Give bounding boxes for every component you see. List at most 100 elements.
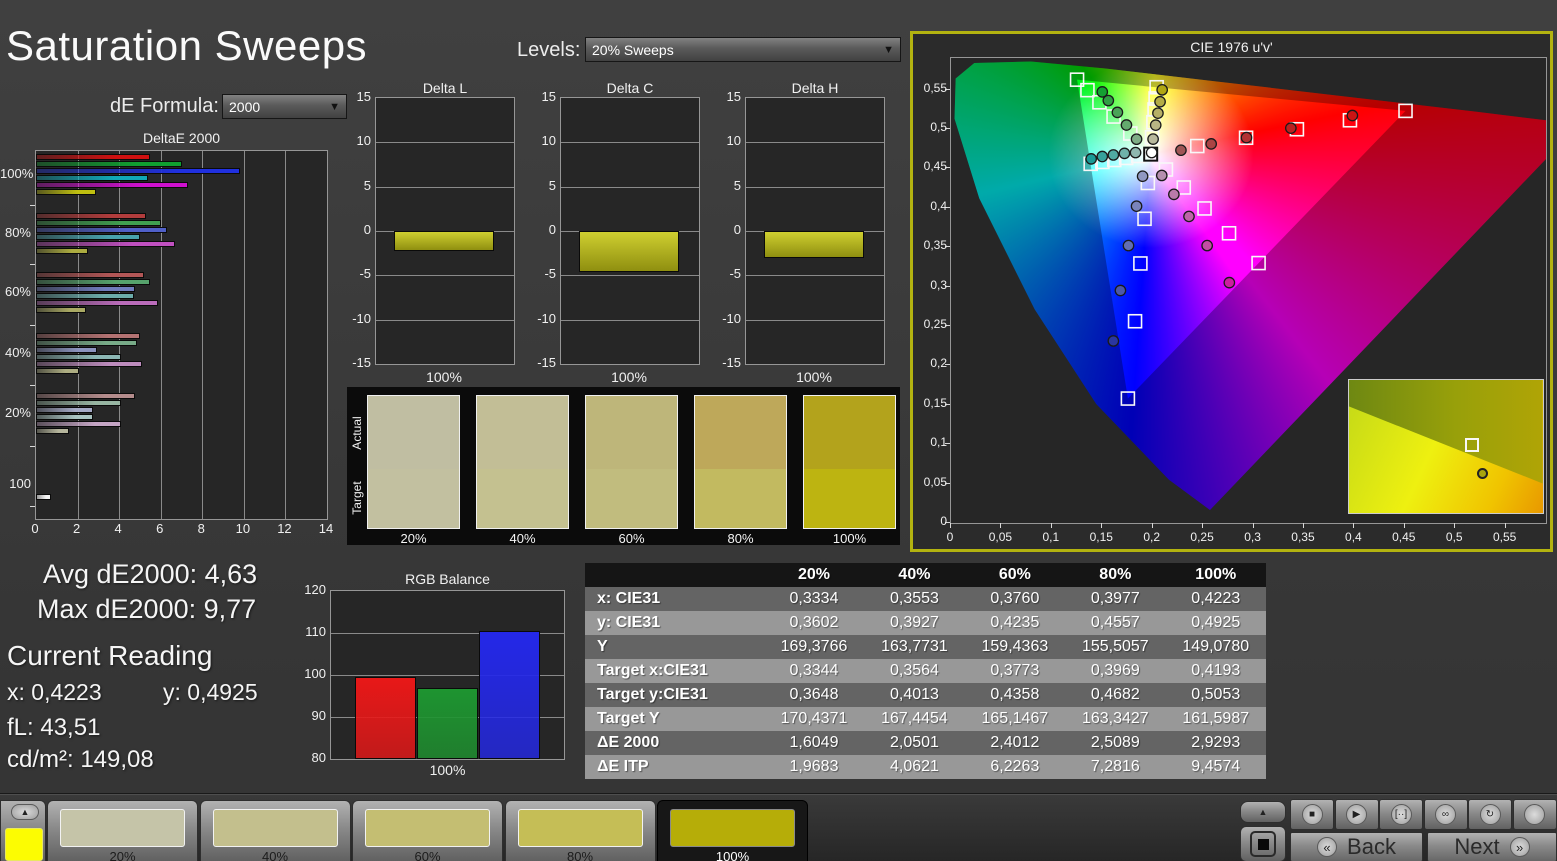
bar-yellow-100% xyxy=(36,189,97,195)
grid-line xyxy=(746,319,884,321)
play-button[interactable]: ▶ xyxy=(1334,799,1379,830)
current-reading-title: Current Reading xyxy=(7,640,213,671)
loop-section-icon: [··] xyxy=(1390,804,1412,825)
y-tick-label: 100 xyxy=(304,666,326,681)
grid-line xyxy=(561,275,699,277)
table-cell: 2,5089 xyxy=(1065,731,1166,755)
cie-1976-panel: CIE 1976 u'v' 0 0,05 0,1 0,15 0,2 0,25 0,3 0,35… xyxy=(910,31,1553,552)
table-row: ΔE ITP 1,9683 4,0621 6,2263 7,2816 9,4574 xyxy=(585,755,1266,779)
step-swatch xyxy=(212,809,338,847)
step-button-20%[interactable]: 20% xyxy=(47,800,198,861)
bar-cyan-40% xyxy=(36,354,122,360)
y-tick-label: 5 xyxy=(548,177,556,193)
infinity-button[interactable]: ∞ xyxy=(1423,799,1468,830)
x-axis-tick xyxy=(1454,523,1456,528)
swatch-actual xyxy=(368,396,459,469)
x-tick-label: 0,5 xyxy=(1445,530,1463,544)
bar-blue-60% xyxy=(36,286,135,292)
bar-green-60% xyxy=(36,279,151,285)
swatch-60% xyxy=(585,395,678,529)
table-row: Target x:CIE31 0,3344 0,3564 0,3773 0,3969 0,… xyxy=(585,659,1266,683)
x-axis-tick xyxy=(1504,523,1506,528)
y-tick-label: 0,45 xyxy=(923,159,947,174)
bar-magenta-20% xyxy=(36,421,122,427)
grid-line xyxy=(746,275,884,277)
max-de2000-readout: Max dE2000: 9,77 xyxy=(37,594,257,624)
table-header-cell: 20% xyxy=(763,563,865,587)
stop-square-icon xyxy=(1250,831,1276,857)
table-row: Target y:CIE31 0,3648 0,4013 0,4358 0,4682 0,… xyxy=(585,683,1266,707)
table-header-cell: 100% xyxy=(1165,563,1266,587)
y-tick-label: 5 xyxy=(733,177,741,193)
swatch-100% xyxy=(803,395,896,529)
table-cell: 149,0780 xyxy=(1165,635,1266,659)
table-cell: 9,4574 xyxy=(1165,755,1266,779)
step-button-60%[interactable]: 60% xyxy=(352,800,503,861)
step-button-100%[interactable]: 100% xyxy=(657,800,808,861)
cie-inset-shade xyxy=(1348,379,1543,484)
delta-c-title: Delta C xyxy=(606,80,654,96)
avg-de2000-readout: Avg dE2000: 4,63 xyxy=(43,559,258,589)
table-cell: 0,4223 xyxy=(1165,587,1266,611)
table-row-label: Y xyxy=(585,635,764,659)
table-cell: 0,4925 xyxy=(1165,611,1266,635)
table-row-label: x: CIE31 xyxy=(585,587,764,611)
table-cell: 0,4682 xyxy=(1065,683,1166,707)
y-tick-label: 0,05 xyxy=(923,474,947,489)
grid-line xyxy=(746,142,884,144)
table-cell: 0,3977 xyxy=(1065,587,1166,611)
step-button-80%[interactable]: 80% xyxy=(504,800,656,861)
panel-up-button[interactable]: ▲ xyxy=(1240,801,1286,823)
stop-pattern-button[interactable] xyxy=(1240,826,1286,861)
repeat-button[interactable]: ↻ xyxy=(1468,799,1512,830)
grid-line xyxy=(376,319,514,321)
x-axis-tick xyxy=(1252,523,1254,528)
delta-l-title: Delta L xyxy=(422,80,468,96)
group-label: 100% xyxy=(0,166,34,181)
bar-magenta-80% xyxy=(36,241,176,247)
chevron-left-icon: « xyxy=(1317,837,1338,857)
step-button-40%[interactable]: 40% xyxy=(199,800,351,861)
swatch-label: 60% xyxy=(618,531,645,546)
x-tick-label: 4 xyxy=(114,521,122,536)
axis-tick xyxy=(30,446,35,447)
back-button[interactable]: « Back xyxy=(1290,832,1423,861)
bar-magenta-40% xyxy=(36,361,142,367)
x-category-label: 100% xyxy=(796,369,832,385)
axis-tick xyxy=(30,205,35,206)
table-cell: 0,5053 xyxy=(1165,683,1266,707)
grid-line xyxy=(202,151,204,519)
x-category-label: 100% xyxy=(426,369,462,385)
y-tick-label: 0 xyxy=(940,514,947,528)
collapse-up-icon[interactable]: ▲ xyxy=(11,804,39,820)
x-tick-label: 10 xyxy=(235,521,251,536)
table-cell: 0,3760 xyxy=(964,587,1066,611)
swatch-40% xyxy=(476,395,569,529)
y-tick-label: 0 xyxy=(733,222,741,237)
next-button[interactable]: Next » xyxy=(1427,832,1557,861)
stop-button[interactable]: ■ xyxy=(1290,799,1334,830)
step-swatch xyxy=(670,809,795,847)
bar-blue-20% xyxy=(36,407,94,413)
bar-blue-80% xyxy=(36,227,167,233)
de-formula-dropdown[interactable]: 2000 ▼ xyxy=(222,94,347,119)
levels-dropdown[interactable]: 20% Sweeps ▼ xyxy=(585,37,901,62)
table-cell: 0,4235 xyxy=(964,611,1066,635)
swatch-target xyxy=(695,468,786,528)
loop-section-button[interactable]: [··] xyxy=(1379,799,1423,830)
x-axis-tick xyxy=(950,523,951,528)
y-tick-label: -10 xyxy=(722,310,741,326)
swatch-label: 100% xyxy=(832,531,867,546)
bar-green-20% xyxy=(36,400,122,406)
x-tick-label: 8 xyxy=(197,521,205,536)
levels-label: Levels: xyxy=(517,39,581,61)
table-cell: 4,0621 xyxy=(864,755,965,779)
table-row: Target Y 170,4371 167,4454 165,1467 163,3427… xyxy=(585,707,1266,731)
bar-white-100 xyxy=(36,494,51,500)
table-cell: 0,4557 xyxy=(1065,611,1166,635)
blank-button[interactable] xyxy=(1512,799,1557,830)
cdm2-readout: cd/m²: 149,08 xyxy=(7,746,154,773)
delta_h-bar xyxy=(764,231,864,259)
grid-line xyxy=(746,186,884,188)
table-header-cell: 60% xyxy=(964,563,1066,587)
